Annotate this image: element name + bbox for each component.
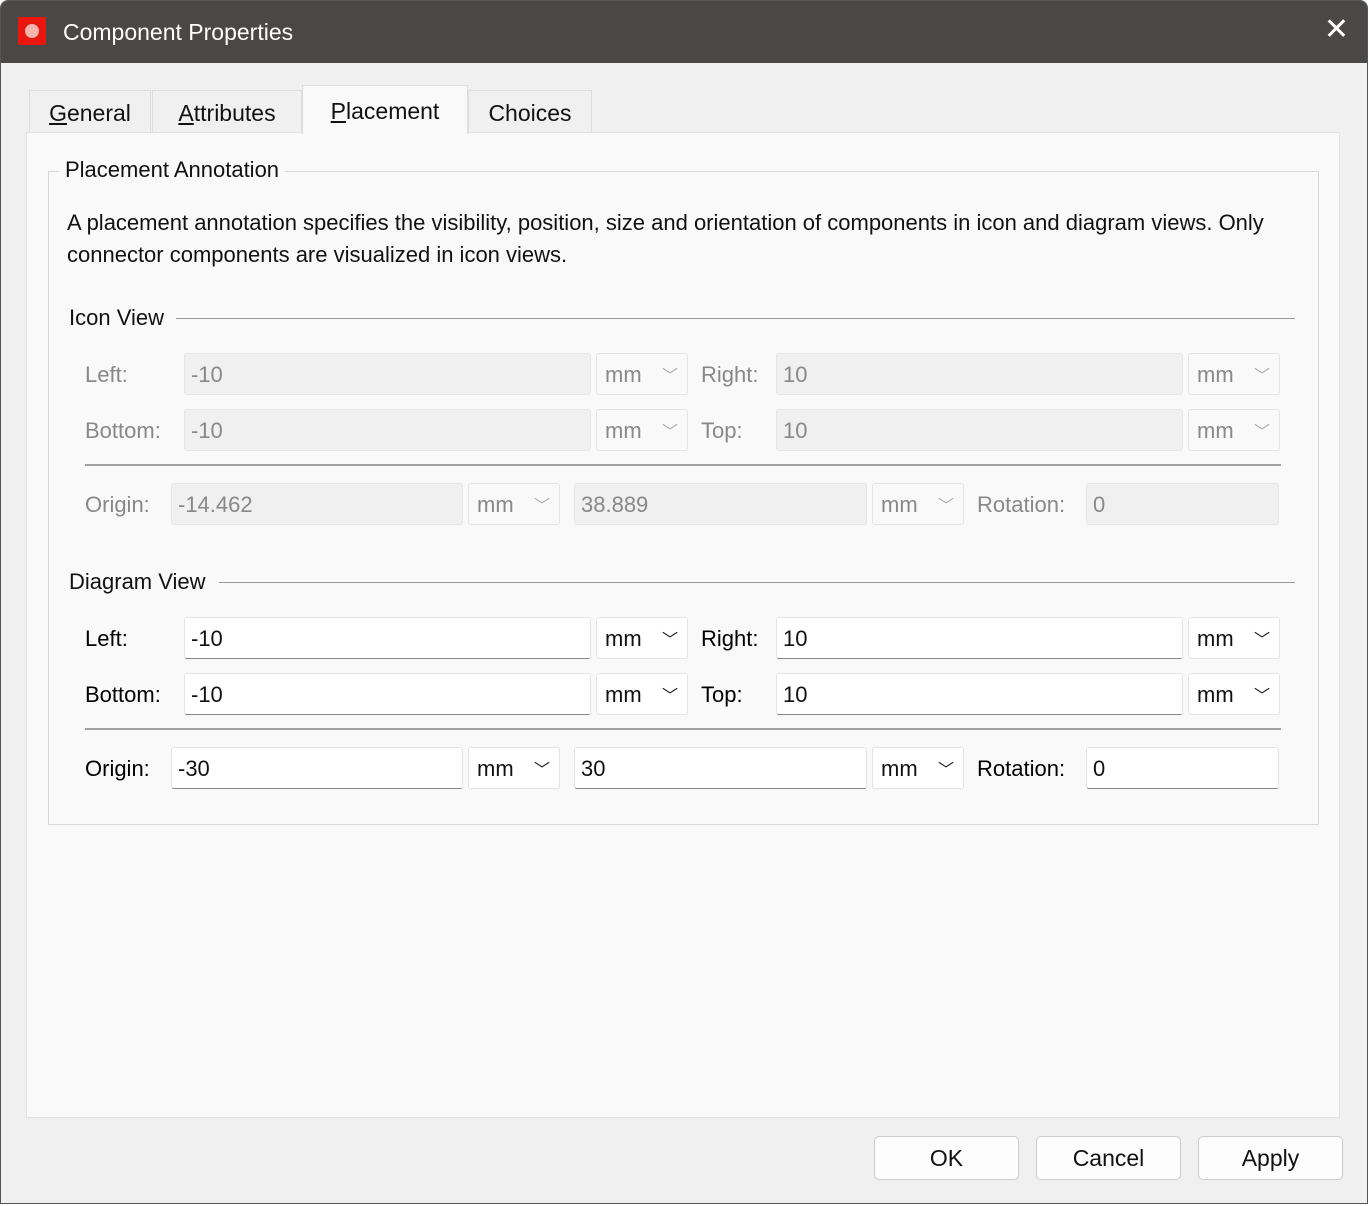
chevron-down-icon: ﹀ [1253,632,1270,649]
tab-choices[interactable]: Choices [468,90,592,133]
origin-label: Origin: [85,492,150,517]
tab-label: Choices [488,100,572,126]
close-icon[interactable]: ✕ [1324,15,1349,45]
window-title: Component Properties [63,19,294,45]
right-label: Right: [701,362,759,387]
chevron-down-icon: ﹀ [533,498,550,515]
chevron-down-icon: ﹀ [661,688,678,705]
unit-value: mm [605,362,642,387]
tab-mnemonic: A [178,100,194,126]
description-text: A placement annotation specifies the vis… [67,210,1264,267]
left-input: -10 [184,353,591,395]
right-input: 10 [776,353,1183,395]
bottom-label: Bottom: [85,418,161,443]
component-properties-dialog: Component Properties ✕ General Attribute… [0,0,1368,1204]
bottom-unit-select[interactable]: mm ﹀ [596,409,688,451]
left-input[interactable]: -10 [184,617,591,659]
bottom-input: -10 [184,409,591,451]
right-unit-select[interactable]: mm ﹀ [1188,617,1280,659]
tab-placement[interactable]: Placement [302,85,468,134]
origin-y-input[interactable]: 30 [574,747,867,789]
tab-general[interactable]: General [29,90,151,133]
unit-value: mm [1197,418,1234,443]
top-input[interactable]: 10 [776,673,1183,715]
rotation-label: Rotation: [977,756,1066,781]
origin-x-unit-select[interactable]: mm ﹀ [468,747,560,789]
bottom-input[interactable]: -10 [184,673,591,715]
origin-y-input: 38.889 [574,483,867,525]
right-label: Right: [701,626,759,651]
origin-y-unit-select[interactable]: mm ﹀ [872,747,964,789]
unit-value: mm [605,418,642,443]
tab-attributes[interactable]: Attributes [152,90,302,133]
chevron-down-icon: ﹀ [533,762,550,779]
left-unit-select[interactable]: mm ﹀ [596,617,688,659]
chevron-down-icon: ﹀ [661,368,678,385]
unit-value: mm [1197,362,1234,387]
top-unit-select[interactable]: mm ﹀ [1188,673,1280,715]
apply-button[interactable]: Apply [1198,1136,1343,1180]
origin-y-unit-select[interactable]: mm ﹀ [872,483,964,525]
rotation-label: Rotation: [977,492,1066,517]
bottom-unit-select[interactable]: mm ﹀ [596,673,688,715]
left-label: Left: [85,626,128,651]
divider [85,464,1281,466]
unit-value: mm [1197,626,1234,651]
chevron-down-icon: ﹀ [1253,688,1270,705]
unit-value: mm [605,626,642,651]
section-title: Icon View [69,305,168,331]
ok-button[interactable]: OK [874,1136,1019,1180]
chevron-down-icon: ﹀ [937,762,954,779]
tab-label: eneral [66,100,131,126]
origin-label: Origin: [85,756,150,781]
unit-value: mm [881,492,918,517]
section-divider [219,582,1295,583]
top-label: Top: [701,682,743,707]
left-unit-select[interactable]: mm ﹀ [596,353,688,395]
rotation-input: 0 [1086,483,1279,525]
unit-value: mm [477,756,514,781]
top-input: 10 [776,409,1183,451]
tab-label: ttributes [193,100,276,126]
tab-mnemonic: P [330,98,346,124]
right-input[interactable]: 10 [776,617,1183,659]
cancel-button[interactable]: Cancel [1036,1136,1181,1180]
origin-x-input: -14.462 [171,483,463,525]
chevron-down-icon: ﹀ [1253,368,1270,385]
title-bar: Component Properties ✕ [1,1,1367,63]
unit-value: mm [1197,682,1234,707]
chevron-down-icon: ﹀ [661,424,678,441]
right-unit-select[interactable]: mm ﹀ [1188,353,1280,395]
section-title: Diagram View [69,569,210,595]
top-unit-select[interactable]: mm ﹀ [1188,409,1280,451]
chevron-down-icon: ﹀ [937,498,954,515]
divider [85,728,1281,730]
group-title: Placement Annotation [59,157,286,183]
chevron-down-icon: ﹀ [661,632,678,649]
section-divider [176,318,1295,319]
app-logo-icon [18,17,46,45]
unit-value: mm [881,756,918,781]
origin-x-input[interactable]: -30 [171,747,463,789]
tab-mnemonic: G [49,100,67,126]
left-label: Left: [85,362,128,387]
rotation-input[interactable]: 0 [1086,747,1279,789]
bottom-label: Bottom: [85,682,161,707]
chevron-down-icon: ﹀ [1253,424,1270,441]
unit-value: mm [605,682,642,707]
top-label: Top: [701,418,743,443]
origin-x-unit-select[interactable]: mm ﹀ [468,483,560,525]
unit-value: mm [477,492,514,517]
tab-label: lacement [346,98,440,124]
